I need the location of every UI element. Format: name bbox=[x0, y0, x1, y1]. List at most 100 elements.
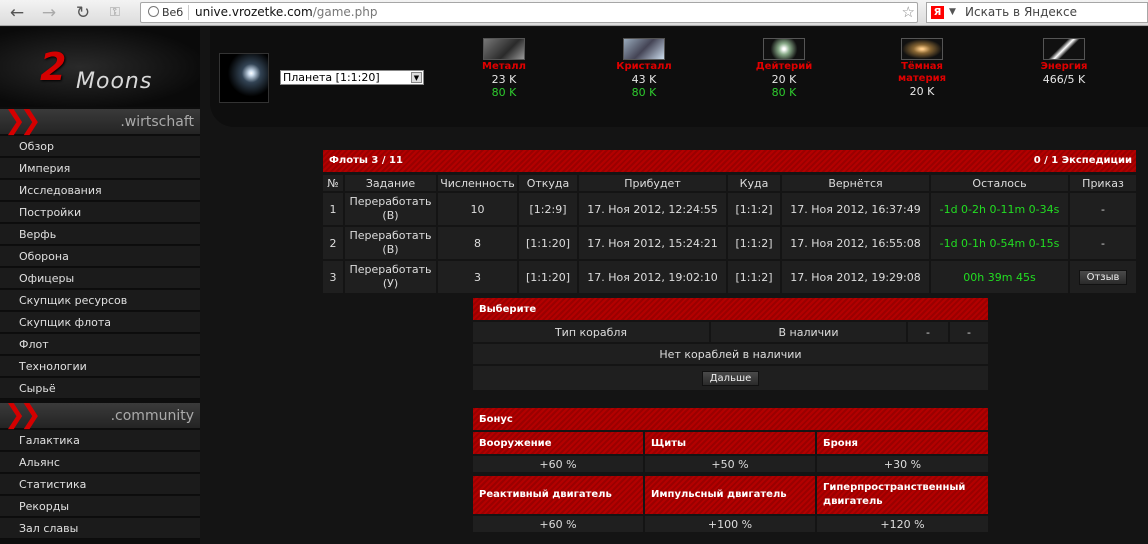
col-ship-type: Тип корабля bbox=[473, 322, 709, 342]
sidebar-item[interactable]: Оборона bbox=[0, 246, 200, 267]
fleet-cell-from: [1:2:9] bbox=[519, 193, 577, 225]
fleet-cell-order: - bbox=[1070, 227, 1136, 259]
browser-toolbar: ← → ↻ ⚿ Веб unive.vrozetke.com/game.php … bbox=[0, 0, 1148, 26]
fleet-cell-left: -1d 0-2h 0-11m 0-34s bbox=[931, 193, 1068, 225]
sidebar-item[interactable]: Обзор bbox=[0, 136, 200, 157]
fleet-cell-arrive: 17. Ноя 2012, 15:24:21 bbox=[579, 227, 726, 259]
next-button[interactable]: Дальше bbox=[701, 370, 760, 386]
resource-1: Кристалл 43 K 80 K bbox=[599, 38, 689, 99]
col-available: В наличии bbox=[711, 322, 906, 342]
fleet-cell-count: 3 bbox=[438, 261, 517, 293]
sidebar-item[interactable]: Зал славы bbox=[0, 518, 200, 539]
recall-button[interactable]: Отзыв bbox=[1078, 269, 1128, 285]
fleet-cell-from: [1:1:20] bbox=[519, 227, 577, 259]
search-engine-dropdown-icon[interactable]: ▼ bbox=[949, 6, 956, 19]
site-info-label: Веб bbox=[162, 6, 184, 19]
bonus-label: Импульсный двигатель bbox=[645, 476, 815, 514]
sidebar-item[interactable]: Флот bbox=[0, 334, 200, 355]
chevron-down-icon[interactable]: ▼ bbox=[411, 72, 422, 83]
resource-icon bbox=[901, 38, 943, 60]
sidebar-item[interactable]: Технологии bbox=[0, 356, 200, 377]
key-icon[interactable]: ⚿ bbox=[104, 2, 126, 24]
resource-name[interactable]: Энергия bbox=[1019, 61, 1109, 73]
bonus-label-text: Импульсный двигатель bbox=[651, 489, 787, 500]
fleet-cell-mission: Переработать (В) bbox=[345, 227, 436, 259]
fleet-cell-to: [1:1:2] bbox=[728, 261, 780, 293]
fleet-cell-order: - bbox=[1070, 193, 1136, 225]
bonus-label: Гиперпространственный двигатель bbox=[817, 476, 988, 514]
back-arrow-icon[interactable]: ← bbox=[6, 2, 28, 24]
fleet-cell-mission: Переработать (В) bbox=[345, 193, 436, 225]
logo-number: 2 bbox=[40, 45, 67, 89]
fleet-cell-back: 17. Ноя 2012, 19:29:08 bbox=[782, 261, 929, 293]
sidebar: 2 Moons ❯❯ .wirtschaft Обзор Империя Иссле… bbox=[0, 27, 200, 544]
fleets-header: Флоты 3 / 11 0 / 1 Экспедиции bbox=[323, 150, 1136, 172]
reload-icon[interactable]: ↻ bbox=[72, 2, 94, 24]
fleet-cell-back: 17. Ноя 2012, 16:37:49 bbox=[782, 193, 929, 225]
resource-name[interactable]: Дейтерий bbox=[739, 61, 829, 73]
resource-amount: 43 K bbox=[631, 73, 657, 86]
fleet-col-header: № bbox=[323, 175, 343, 191]
expeditions-count: 0 / 1 Экспедиции bbox=[1033, 155, 1132, 166]
sidebar-item[interactable]: Постройки bbox=[0, 202, 200, 223]
sidebar-item[interactable]: Сырьё bbox=[0, 378, 200, 399]
sidebar-item[interactable]: Галактика bbox=[0, 430, 200, 451]
bonus-value: +60 % bbox=[473, 456, 643, 472]
fleet-cell-num: 2 bbox=[323, 227, 343, 259]
fleet-cell-num: 3 bbox=[323, 261, 343, 293]
double-chevron-icon: ❯❯ bbox=[4, 106, 42, 136]
bonus-header: Бонус bbox=[473, 408, 988, 430]
url-text: unive.vrozetke.com/game.php bbox=[195, 5, 377, 20]
resource-production: 80 K bbox=[631, 86, 657, 99]
resource-4: Энергия 466/5 K bbox=[1019, 38, 1109, 86]
site-info-badge[interactable]: Веб bbox=[145, 5, 190, 20]
resource-0: Металл 23 K 80 K bbox=[459, 38, 549, 99]
search-placeholder[interactable]: Искать в Яндексе bbox=[965, 5, 1077, 20]
fleet-cell-order: Отзыв bbox=[1070, 261, 1136, 293]
resource-amount: 466/5 K bbox=[1042, 73, 1086, 86]
fleet-col-header: Вернётся bbox=[782, 175, 929, 191]
fleet-cell-to: [1:1:2] bbox=[728, 193, 780, 225]
bonus-label: Вооружение bbox=[473, 432, 643, 454]
search-box[interactable]: Я ▼ Искать в Яндексе bbox=[926, 2, 1148, 23]
resource-amount: 23 K bbox=[491, 73, 517, 86]
no-ships-message: Нет кораблей в наличии bbox=[473, 344, 988, 364]
planet-select-value: Планета [1:1:20] bbox=[283, 71, 380, 84]
sidebar-item[interactable]: Рекорды bbox=[0, 496, 200, 517]
logo-word: Moons bbox=[76, 69, 153, 94]
planet-image[interactable] bbox=[219, 53, 269, 103]
fleet-col-header: Откуда bbox=[519, 175, 577, 191]
sidebar-item[interactable]: Империя bbox=[0, 158, 200, 179]
bonus-label: Реактивный двигатель bbox=[473, 476, 643, 514]
resource-production: 80 K bbox=[771, 86, 797, 99]
sidebar-item[interactable]: Скупщик ресурсов bbox=[0, 290, 200, 311]
forward-arrow-icon[interactable]: → bbox=[38, 2, 60, 24]
sidebar-item[interactable]: Альянс bbox=[0, 452, 200, 473]
resource-icon bbox=[763, 38, 805, 60]
sidebar-item[interactable]: Скупщик флота bbox=[0, 312, 200, 333]
fleet-cell-back: 17. Ноя 2012, 16:55:08 bbox=[782, 227, 929, 259]
bonus-label-text: Вооружение bbox=[479, 438, 552, 449]
resource-bar: Планета [1:1:20] ▼ Металл 23 K 80 K Кристал… bbox=[210, 27, 1148, 127]
sidebar-item[interactable]: Исследования bbox=[0, 180, 200, 201]
sidebar-item[interactable]: Статистика bbox=[0, 474, 200, 495]
resource-name[interactable]: Кристалл bbox=[599, 61, 689, 73]
bonus-label-text: Броня bbox=[823, 438, 858, 449]
next-row: Дальше bbox=[473, 366, 988, 390]
address-bar[interactable]: Веб unive.vrozetke.com/game.php ☆ bbox=[140, 2, 918, 23]
fleet-col-header: Куда bbox=[728, 175, 780, 191]
planet-select[interactable]: Планета [1:1:20] ▼ bbox=[280, 70, 424, 85]
resource-name[interactable]: Металл bbox=[459, 61, 549, 73]
url-host: unive.vrozetke.com bbox=[195, 5, 313, 19]
game-logo[interactable]: 2 Moons bbox=[0, 27, 200, 107]
sidebar-item[interactable]: Верфь bbox=[0, 224, 200, 245]
fleet-cell-from: [1:1:20] bbox=[519, 261, 577, 293]
globe-icon bbox=[148, 6, 159, 17]
fleet-cell-num: 1 bbox=[323, 193, 343, 225]
resource-name[interactable]: Тёмная материя bbox=[877, 61, 967, 85]
double-chevron-icon: ❯❯ bbox=[4, 400, 42, 430]
sidebar-item[interactable]: Офицеры bbox=[0, 268, 200, 289]
bookmark-star-icon[interactable]: ☆ bbox=[902, 3, 915, 22]
fleet-cell-count: 8 bbox=[438, 227, 517, 259]
ship-selection-header: Выберите bbox=[473, 298, 988, 320]
